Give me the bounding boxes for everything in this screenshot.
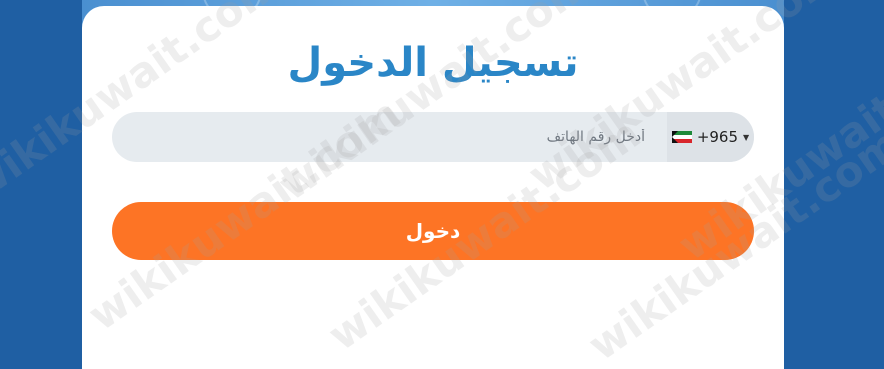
country-code-label: +965	[696, 128, 739, 146]
phone-field-group: +965 ▼	[112, 112, 754, 162]
login-card: تسجيل الدخول +965 ▼ دخول	[82, 6, 784, 369]
page-title: تسجيل الدخول	[287, 40, 579, 86]
kuwait-flag-icon	[671, 131, 692, 143]
country-code-select[interactable]: +965 ▼	[667, 112, 754, 162]
caret-down-icon: ▼	[743, 132, 750, 142]
login-button[interactable]: دخول	[112, 202, 754, 260]
phone-input[interactable]	[112, 112, 667, 162]
